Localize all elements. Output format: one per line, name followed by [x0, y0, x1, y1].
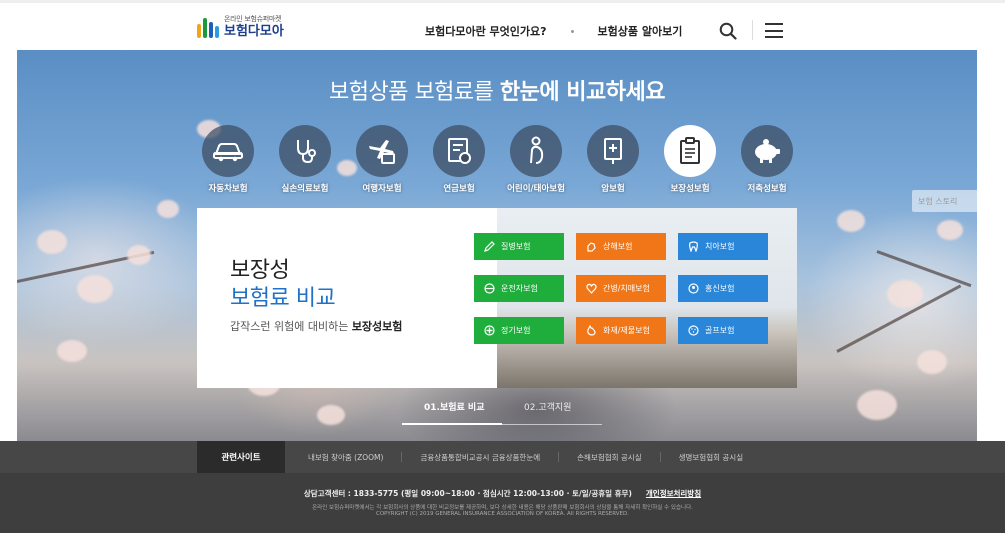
page: 온라인 보험슈퍼마켓 보험다모아 보험다모아란 무엇인가요? 보험상품 알아보기	[0, 0, 1005, 542]
product-button-driver[interactable]: 운전자보험	[474, 275, 564, 302]
hero-tabs: 01.보험료 비교 02.고객지원	[402, 400, 602, 425]
product-button-label: 간병/치매보험	[603, 284, 650, 293]
footer-contact-text: 상담고객센터 : 1833-5775 (평일 09:00~18:00 · 점심시…	[303, 489, 632, 498]
stethoscope-icon	[297, 140, 316, 164]
product-button-label: 상해보험	[603, 242, 633, 251]
product-button-label: 치아보험	[705, 242, 735, 251]
category-label: 어린이/태아보험	[507, 184, 565, 194]
category-travel[interactable]: 여행자보험	[356, 125, 408, 194]
panel-description: 갑작스런 위험에 대비하는 보장성보험	[230, 318, 402, 334]
header-divider	[752, 20, 753, 40]
header: 온라인 보험슈퍼마켓 보험다모아 보험다모아란 무엇인가요? 보험상품 알아보기	[0, 0, 1005, 50]
person-icon	[688, 283, 699, 294]
tab-compare[interactable]: 01.보험료 비교	[424, 400, 484, 413]
car-icon	[213, 143, 243, 162]
fire-icon	[587, 325, 596, 336]
category-medical[interactable]: 실손의료보험	[279, 125, 331, 194]
category-car[interactable]: 자동차보험	[202, 125, 254, 194]
tooth-icon	[689, 241, 698, 252]
panel-desc-bold: 보장성보험	[351, 320, 403, 333]
category-label: 연금보험	[443, 184, 475, 194]
travel-icon	[369, 140, 395, 164]
search-icon[interactable]	[719, 22, 737, 40]
pension-icon	[448, 138, 471, 164]
category-label: 암보험	[601, 184, 625, 194]
product-button-label: 운전자보험	[501, 284, 538, 293]
tab-support[interactable]: 02.고객지원	[524, 400, 571, 413]
product-button-dental[interactable]: 치아보험	[678, 233, 768, 260]
product-button-disease[interactable]: 질병보험	[474, 233, 564, 260]
footer: 상담고객센터 : 1833-5775 (평일 09:00~18:00 · 점심시…	[0, 473, 1005, 533]
related-link-life[interactable]: 생명보험협회 공시실	[661, 452, 761, 463]
child-icon	[530, 136, 544, 164]
comparison-panel: 보장성 보험료 비교 갑작스런 위험에 대비하는 보장성보험 질병보험 상해보험…	[197, 208, 797, 388]
logo-title: 보험다모아	[224, 24, 284, 39]
related-sites-title[interactable]: 관련사이트	[197, 441, 285, 473]
related-link-zoom[interactable]: 내보험 찾아줌 (ZOOM)	[290, 452, 401, 463]
logo-subtitle: 온라인 보험슈퍼마켓	[224, 15, 282, 23]
hand-icon	[587, 242, 596, 252]
product-button-nursing[interactable]: 간병/치매보험	[576, 275, 666, 302]
menu-icon[interactable]	[765, 23, 783, 38]
category-pension[interactable]: 연금보험	[433, 125, 485, 194]
hero-title: 보험상품 보험료를 한눈에 비교하세요	[17, 74, 977, 106]
product-button-label: 골프보험	[705, 326, 735, 335]
hero-title-bold: 한눈에 비교하세요	[499, 80, 666, 105]
product-button-label: 화재/재물보험	[603, 326, 650, 335]
related-link-finlife[interactable]: 금융상품통합비교공시 금융상품한눈에	[402, 452, 558, 463]
product-button-label: 정기보험	[501, 326, 531, 335]
hero-title-normal: 보험상품 보험료를	[328, 80, 500, 105]
steering-icon	[484, 283, 495, 294]
logo-mark-icon	[196, 16, 220, 38]
footer-contact: 상담고객센터 : 1833-5775 (평일 09:00~18:00 · 점심시…	[0, 488, 1005, 499]
side-hint[interactable]: 보험 스토리	[912, 190, 1005, 212]
main-nav: 보험다모아란 무엇인가요? 보험상품 알아보기	[425, 23, 682, 39]
category-savings[interactable]: 저축성보험	[741, 125, 793, 194]
clipboard-icon	[680, 137, 700, 164]
related-link-nonlife[interactable]: 손해보험협회 공시실	[559, 452, 659, 463]
product-button-injury[interactable]: 상해보험	[576, 233, 666, 260]
product-button-whole-life[interactable]: 홍신보험	[678, 275, 768, 302]
category-child[interactable]: 어린이/태아보험	[507, 125, 565, 194]
category-label: 자동차보험	[208, 184, 248, 194]
product-button-term[interactable]: 정기보험	[474, 317, 564, 344]
nav-separator	[570, 29, 574, 33]
tab-indicator-track	[502, 424, 602, 425]
tab-active-indicator	[402, 423, 502, 425]
privacy-policy-link[interactable]: 개인정보처리방침	[646, 489, 701, 498]
product-button-label: 질병보험	[501, 242, 531, 251]
nav-item-products[interactable]: 보험상품 알아보기	[598, 23, 683, 39]
category-cancer[interactable]: 암보험	[587, 125, 639, 194]
heart-icon	[586, 283, 597, 294]
footer-notice: 온라인 보험슈퍼마켓에서는 각 보험회사의 상품에 대한 비교정보를 제공하며,…	[312, 505, 693, 511]
pen-icon	[484, 241, 495, 252]
footer-copyright: COPYRIGHT (C) 2019 GENERAL INSURANCE ASS…	[376, 511, 629, 517]
panel-subtitle: 보험료 비교	[230, 286, 336, 311]
product-button-fire[interactable]: 화재/재물보험	[576, 317, 666, 344]
logo[interactable]: 온라인 보험슈퍼마켓 보험다모아	[196, 16, 284, 38]
related-sites-links: 내보험 찾아줌 (ZOOM) 금융상품통합비교공시 금융상품한눈에 손해보험협회…	[290, 441, 761, 473]
nav-item-about[interactable]: 보험다모아란 무엇인가요?	[425, 23, 547, 39]
related-sites-bar: 관련사이트 내보험 찾아줌 (ZOOM) 금융상품통합비교공시 금융상품한눈에 …	[0, 441, 1005, 473]
category-label: 저축성보험	[747, 184, 787, 194]
cancer-icon	[604, 138, 622, 164]
piggy-bank-icon	[755, 139, 780, 163]
hero-banner: 보험상품 보험료를 한눈에 비교하세요 자동차보험 실손의료보험 여행자보험 연…	[17, 50, 977, 441]
cross-icon	[484, 325, 495, 336]
category-protection[interactable]: 보장성보험	[664, 125, 716, 194]
panel-desc-normal: 갑작스런 위험에 대비하는	[230, 320, 352, 333]
golf-icon	[688, 325, 699, 336]
category-label: 여행자보험	[362, 184, 402, 194]
product-button-label: 홍신보험	[705, 284, 735, 293]
category-label: 실손의료보험	[281, 184, 329, 194]
category-label: 보장성보험	[670, 184, 710, 194]
category-list: 자동차보험 실손의료보험 여행자보험 연금보험 어린이/태아보험 암보험 보장성…	[202, 125, 793, 194]
product-button-golf[interactable]: 골프보험	[678, 317, 768, 344]
